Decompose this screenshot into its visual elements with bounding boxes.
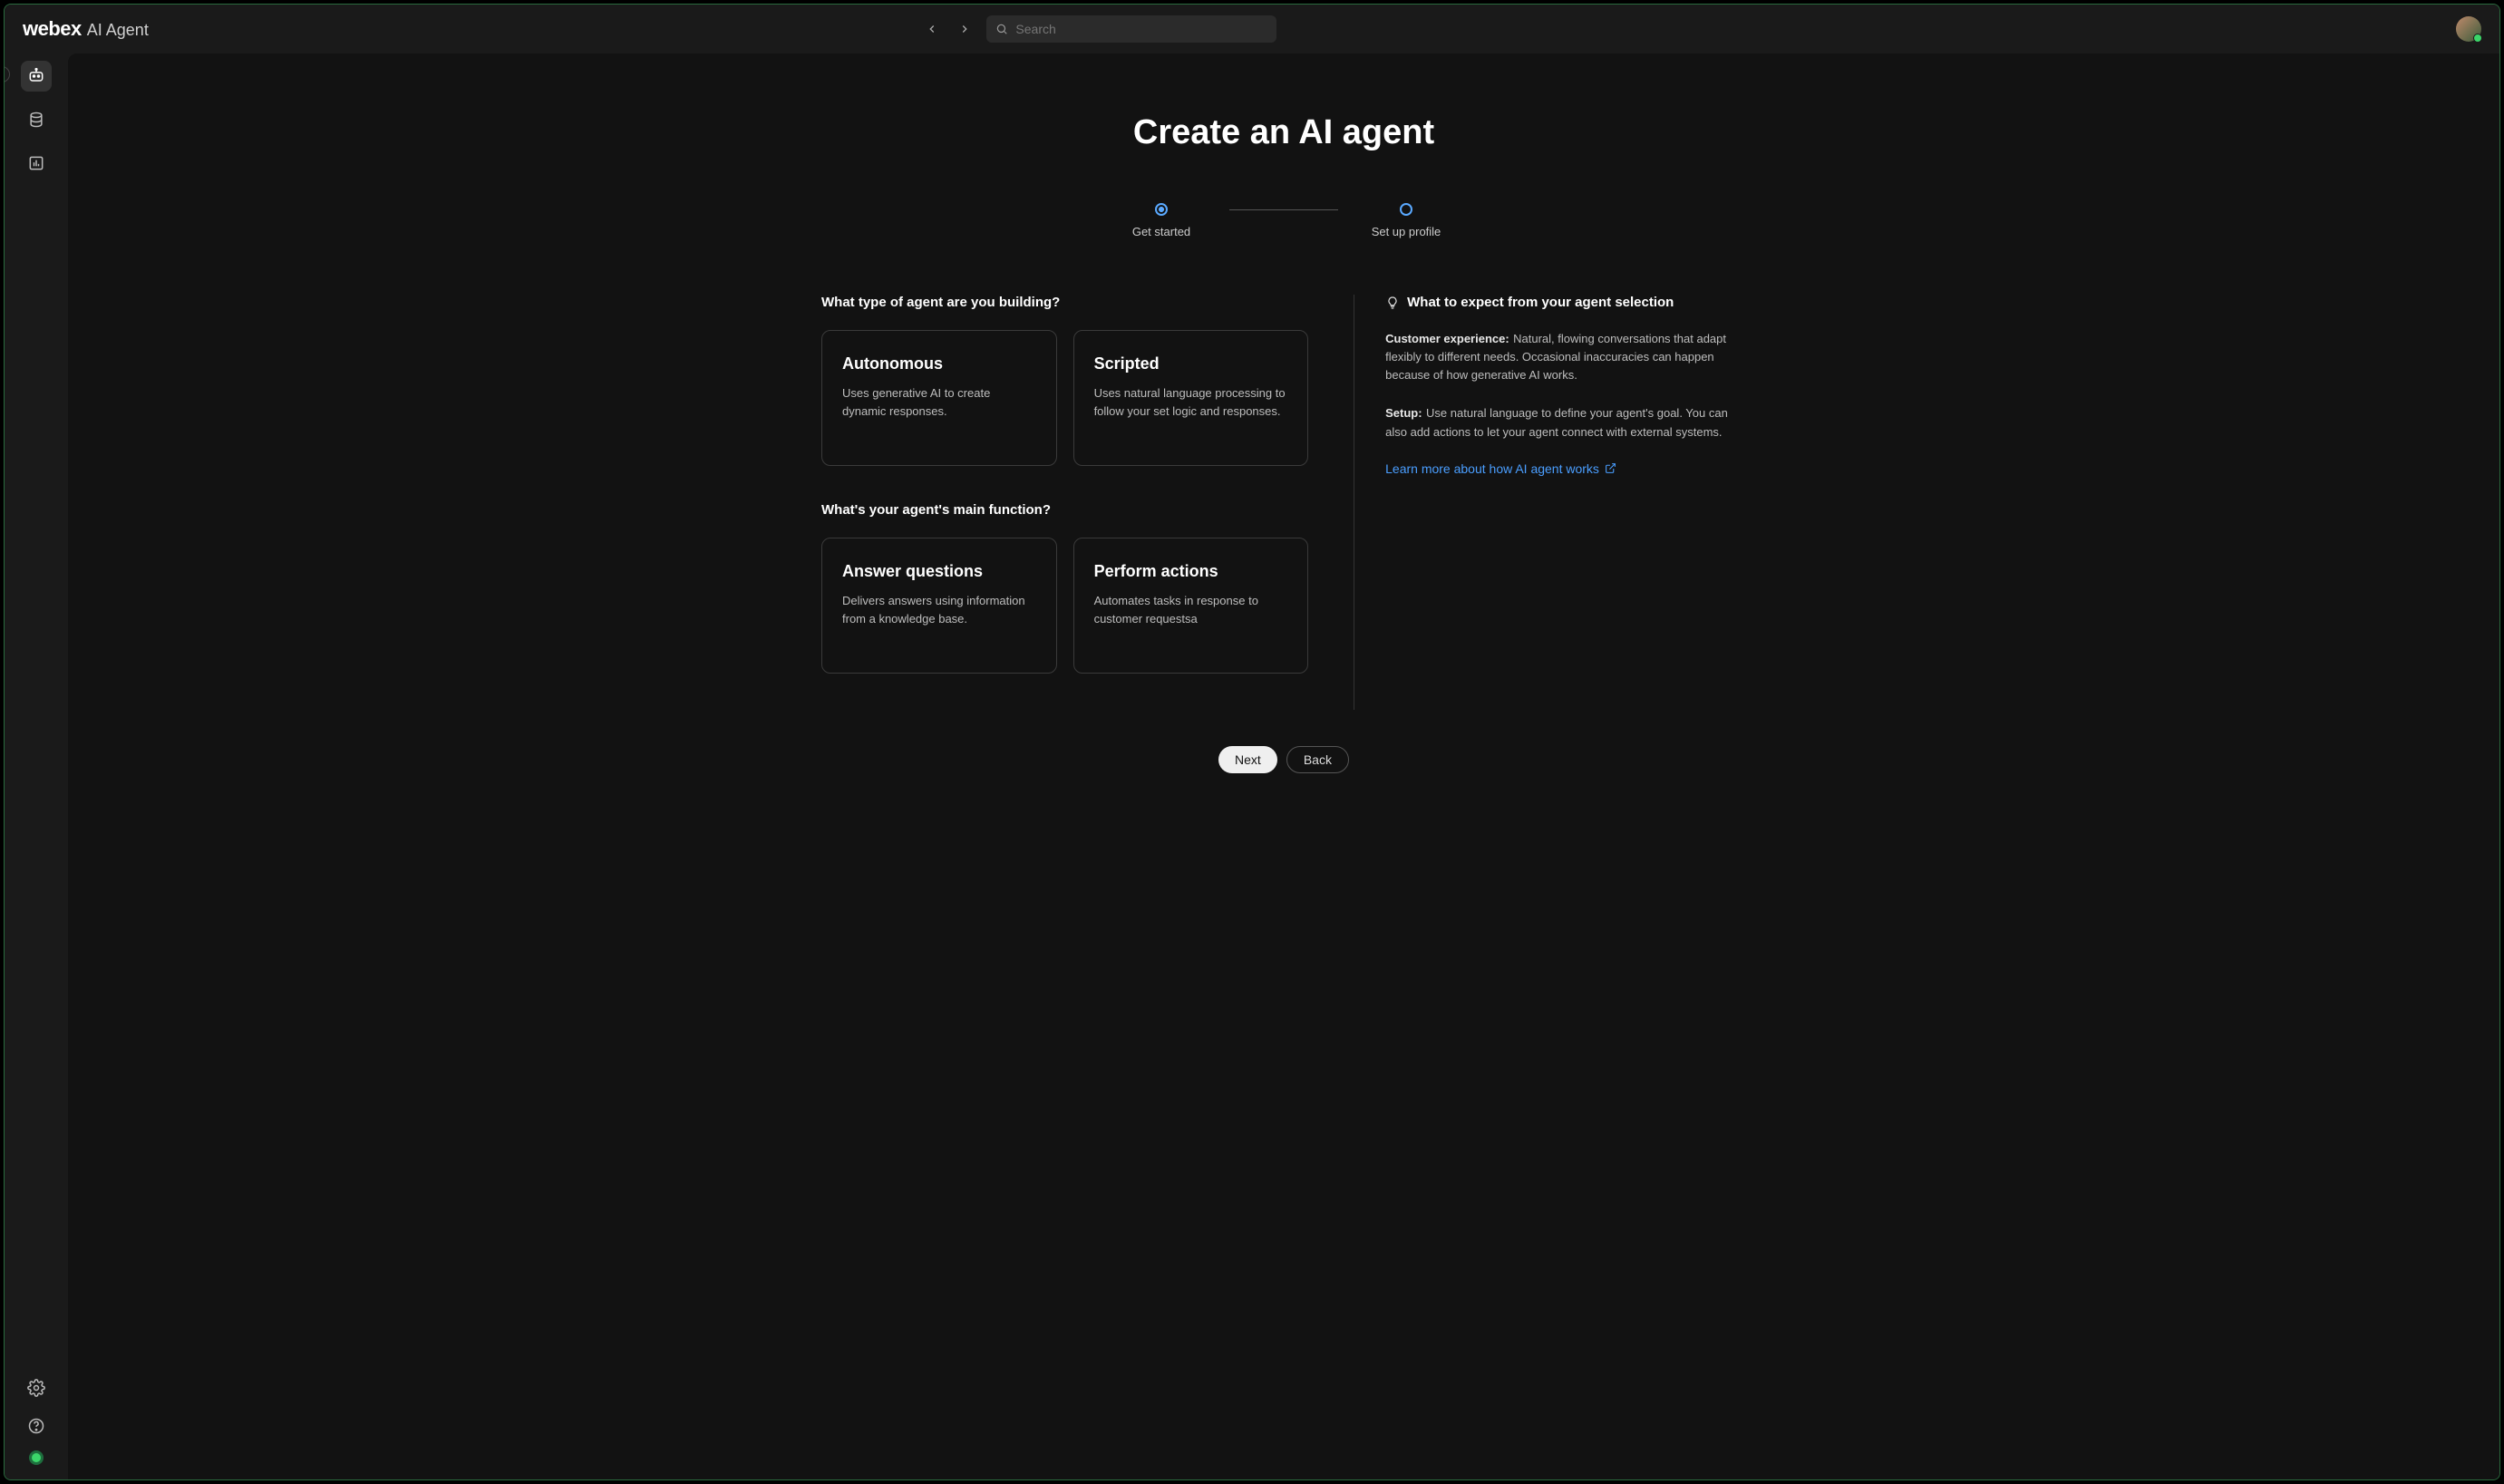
info-heading-text: What to expect from your agent selection	[1407, 295, 1674, 310]
step-label: Set up profile	[1372, 225, 1441, 238]
setup-text: Use natural language to define your agen…	[1385, 406, 1728, 438]
card-perform-actions[interactable]: Perform actions Automates tasks in respo…	[1073, 538, 1309, 674]
main-content: Create an AI agent Get started Set up pr…	[68, 53, 2499, 1479]
gear-icon	[27, 1379, 45, 1397]
cx-label: Customer experience:	[1385, 332, 1509, 345]
step-dot-icon	[1155, 203, 1168, 216]
brand-product: AI Agent	[87, 21, 149, 40]
card-autonomous[interactable]: Autonomous Uses generative AI to create …	[821, 330, 1057, 466]
card-title: Perform actions	[1094, 562, 1288, 581]
chevron-left-icon	[926, 23, 938, 35]
database-icon	[27, 111, 45, 129]
nav-back-button[interactable]	[919, 16, 945, 42]
info-heading: What to expect from your agent selection	[1385, 295, 1746, 310]
brand-logo: webex	[23, 17, 82, 41]
search-input[interactable]	[1015, 22, 1267, 36]
user-avatar[interactable]	[2456, 16, 2481, 42]
external-link-icon	[1605, 462, 1616, 474]
card-desc: Automates tasks in response to customer …	[1094, 592, 1288, 627]
setup-label: Setup:	[1385, 406, 1422, 420]
step-connector	[1229, 209, 1338, 210]
sidebar-help[interactable]	[21, 1411, 52, 1441]
lightbulb-icon	[1385, 296, 1400, 310]
agent-type-heading: What type of agent are you building?	[821, 295, 1308, 310]
next-button[interactable]: Next	[1218, 746, 1277, 773]
search-field[interactable]	[986, 15, 1276, 43]
nav-forward-button[interactable]	[952, 16, 977, 42]
chevron-right-icon	[958, 23, 971, 35]
step-dot-icon	[1400, 203, 1412, 216]
search-icon	[995, 23, 1008, 35]
card-scripted[interactable]: Scripted Uses natural language processin…	[1073, 330, 1309, 466]
agent-function-heading: What's your agent's main function?	[821, 502, 1308, 518]
back-button[interactable]: Back	[1286, 746, 1349, 773]
card-title: Autonomous	[842, 354, 1036, 373]
topbar: webex AI Agent	[5, 5, 2499, 53]
stepper: Get started Set up profile	[122, 203, 2445, 238]
card-title: Scripted	[1094, 354, 1288, 373]
brand: webex AI Agent	[23, 17, 149, 41]
card-desc: Uses generative AI to create dynamic res…	[842, 384, 1036, 420]
learn-more-text: Learn more about how AI agent works	[1385, 461, 1599, 476]
step-get-started[interactable]: Get started	[1093, 203, 1229, 238]
step-label: Get started	[1132, 225, 1190, 238]
help-icon	[27, 1417, 45, 1435]
card-desc: Delivers answers using information from …	[842, 592, 1036, 627]
sidebar-item-analytics[interactable]	[21, 148, 52, 179]
page-title: Create an AI agent	[122, 113, 2445, 152]
learn-more-link[interactable]: Learn more about how AI agent works	[1385, 461, 1616, 476]
presence-indicator	[29, 1450, 44, 1465]
bot-icon	[27, 67, 45, 85]
card-answer-questions[interactable]: Answer questions Delivers answers using …	[821, 538, 1057, 674]
sidebar	[5, 53, 68, 1479]
sidebar-collapse-handle[interactable]	[5, 66, 10, 82]
card-title: Answer questions	[842, 562, 1036, 581]
chart-icon	[27, 154, 45, 172]
step-set-up-profile[interactable]: Set up profile	[1338, 203, 1474, 238]
sidebar-settings[interactable]	[21, 1372, 52, 1403]
sidebar-item-data[interactable]	[21, 104, 52, 135]
card-desc: Uses natural language processing to foll…	[1094, 384, 1288, 420]
sidebar-item-agents[interactable]	[21, 61, 52, 92]
